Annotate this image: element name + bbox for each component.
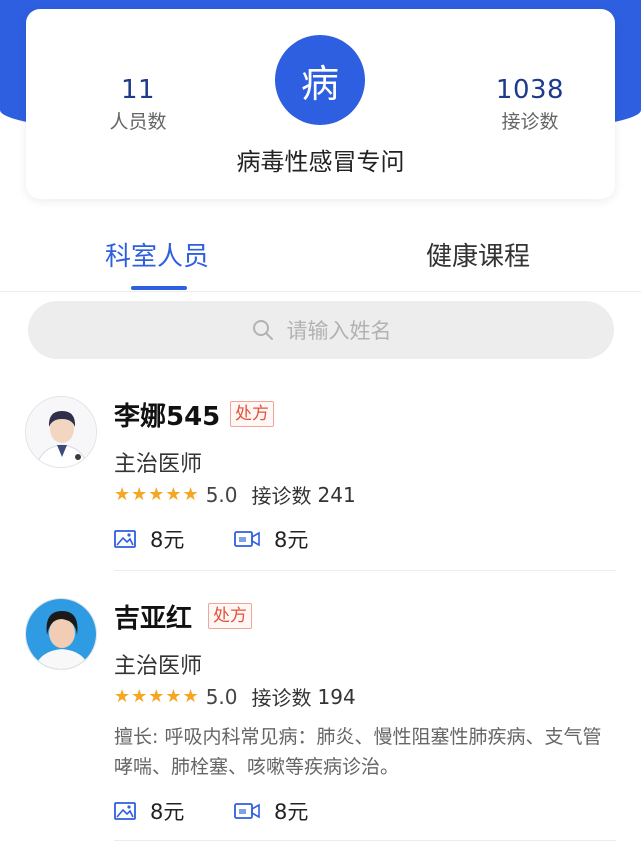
video-consult-price[interactable]: 8元 — [234, 524, 308, 554]
doctor-rating: ★★★★★ 5.0 接诊数 194 — [114, 682, 356, 711]
item-divider — [114, 570, 616, 571]
rating-stars-icon: ★★★★★ — [114, 484, 200, 505]
consult-count-label: 接诊数 — [251, 484, 312, 508]
video-price-text: 8元 — [274, 800, 309, 824]
doctor-name: 吉亚红 — [114, 604, 193, 634]
prescription-badge: 处方 — [230, 401, 274, 427]
doctor-specialty: 擅长: 呼吸内科常见病：肺炎、慢性阻塞性肺疾病、支气管哮喘、肺栓塞、咳嗽等疾病诊… — [114, 726, 602, 778]
doctor-avatar — [25, 598, 97, 670]
department-logo: 病 — [275, 35, 365, 125]
video-price-text: 8元 — [274, 528, 309, 552]
consult-count-value: 1038 — [495, 75, 565, 105]
item-divider — [114, 840, 616, 841]
rating-score: 5.0 — [205, 482, 238, 507]
video-consult-price[interactable]: 8元 — [234, 796, 308, 826]
consult-count-stat: 1038 接诊数 — [470, 75, 590, 134]
doctor-rating: ★★★★★ 5.0 接诊数 241 — [114, 480, 356, 509]
image-price-text: 8元 — [150, 800, 185, 824]
doctor-name: 李娜545 — [114, 402, 221, 432]
doctor-title: 主治医师 — [114, 654, 203, 679]
consult-count-label: 接诊数 — [251, 686, 312, 710]
prescription-badge: 处方 — [208, 603, 252, 629]
tab-health-courses[interactable]: 健康课程 — [426, 236, 530, 273]
rating-stars-icon: ★★★★★ — [114, 686, 200, 707]
staff-count-stat: 11 人员数 — [78, 75, 198, 134]
search-placeholder: 请输入姓名 — [286, 319, 392, 343]
video-icon — [234, 531, 260, 547]
image-price-text: 8元 — [150, 528, 185, 552]
image-consult-price[interactable]: 8元 — [114, 524, 184, 554]
search-icon — [252, 320, 273, 340]
department-name: 病毒性感冒专问 — [236, 148, 405, 176]
consult-count-value: 241 — [317, 482, 356, 507]
doctor-list-item[interactable]: 李娜545 处方 主治医师 ★★★★★ 5.0 接诊数 241 8元 8元 — [0, 390, 641, 571]
consult-count-value: 194 — [317, 684, 356, 709]
image-icon — [114, 802, 136, 820]
rating-score: 5.0 — [205, 684, 238, 709]
image-consult-price[interactable]: 8元 — [114, 796, 184, 826]
active-tab-indicator — [131, 286, 187, 290]
department-card: 病 11 人员数 1038 接诊数 病毒性感冒专问 — [26, 9, 615, 199]
search-input[interactable]: 请输入姓名 — [28, 301, 614, 359]
doctor-avatar — [25, 396, 97, 468]
staff-count-value: 11 — [120, 75, 156, 105]
video-icon — [234, 803, 260, 819]
tab-bar: 科室人员 健康课程 — [0, 230, 641, 292]
staff-count-label: 人员数 — [109, 111, 167, 133]
tab-department-staff[interactable]: 科室人员 — [105, 236, 209, 273]
image-icon — [114, 530, 136, 548]
doctor-title: 主治医师 — [114, 452, 203, 477]
doctor-list-item[interactable]: 吉亚红 处方 主治医师 ★★★★★ 5.0 接诊数 194 擅长: 呼吸内科常见… — [0, 592, 641, 842]
consult-count-label: 接诊数 — [501, 111, 559, 133]
